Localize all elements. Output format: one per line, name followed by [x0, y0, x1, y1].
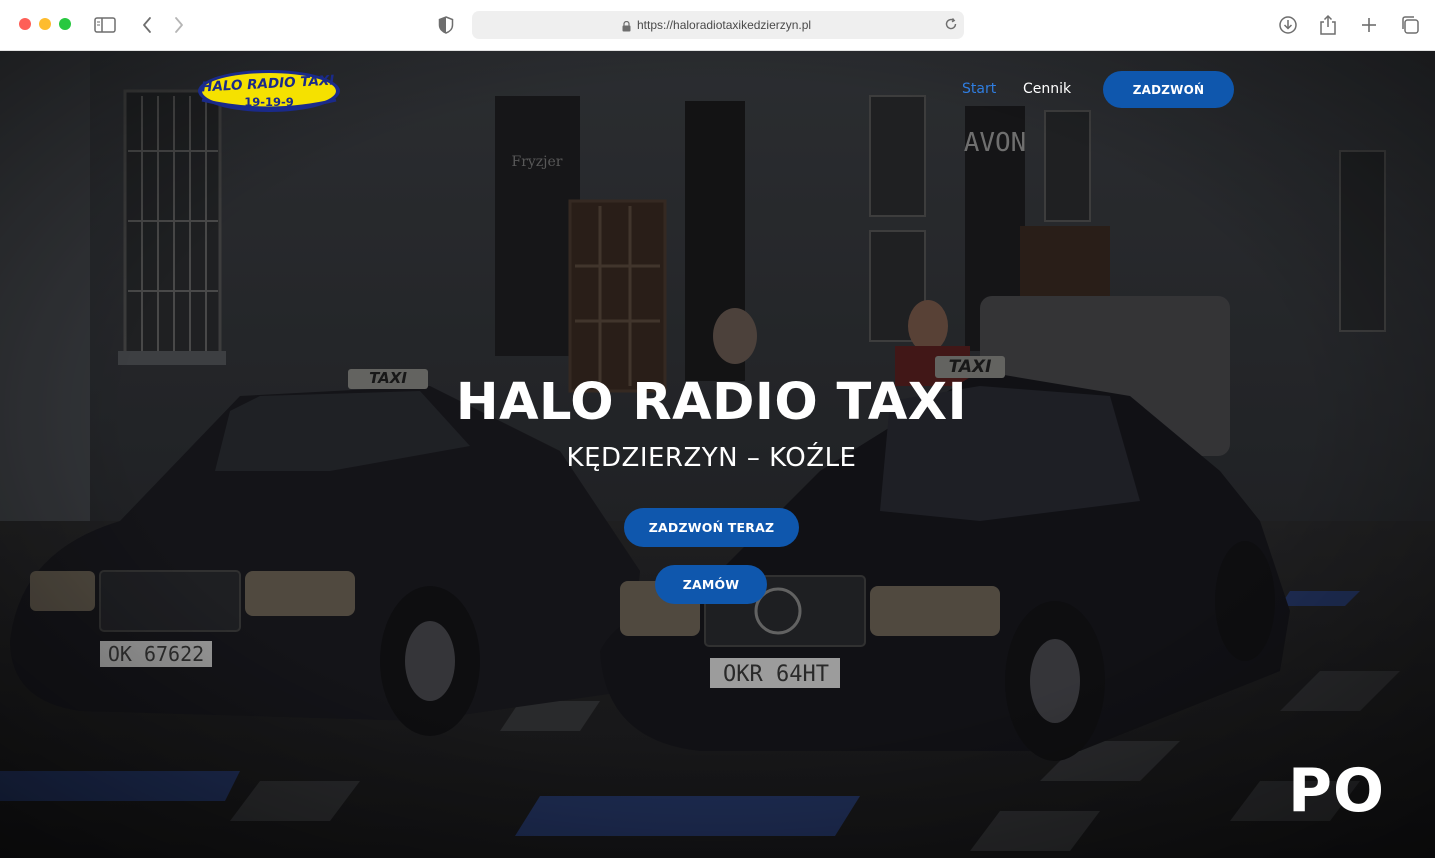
browser-toolbar: https://haloradiotaxikedzierzyn.pl [0, 0, 1435, 51]
close-window-button[interactable] [19, 18, 31, 30]
download-icon[interactable] [1276, 13, 1300, 37]
lock-icon [622, 19, 631, 37]
nav-item-cennik[interactable]: Cennik [1023, 81, 1071, 97]
share-icon[interactable] [1316, 13, 1340, 37]
hero-subtitle: KĘDZIERZYN – KOŹLE [566, 443, 857, 473]
shield-icon[interactable] [434, 13, 458, 37]
tabs-icon[interactable] [1398, 13, 1422, 37]
zoom-window-button[interactable] [59, 18, 71, 30]
hero-section: TAXI TAXI AVON Fryzjer OK 67622 OKR 64HT… [0, 51, 1435, 858]
sidebar-icon[interactable] [93, 13, 117, 37]
forward-icon[interactable] [167, 13, 191, 37]
reload-icon[interactable] [944, 17, 958, 36]
minimize-window-button[interactable] [39, 18, 51, 30]
logo-phone: 19-19-9 [244, 95, 294, 109]
new-tab-icon[interactable] [1357, 13, 1381, 37]
hero-title: HALO RADIO TAXI [455, 373, 968, 432]
logo[interactable]: HALO RADIO TAXI 19-19-9 [196, 68, 342, 114]
nav-item-start[interactable]: Start [962, 81, 996, 97]
call-now-button[interactable]: ZADZWOŃ TERAZ [624, 508, 799, 547]
call-button[interactable]: ZADZWOŃ [1103, 71, 1234, 108]
corner-badge: PO [1288, 756, 1385, 826]
address-bar[interactable]: https://haloradiotaxikedzierzyn.pl [472, 11, 964, 39]
url-text: https://haloradiotaxikedzierzyn.pl [637, 18, 812, 32]
back-icon[interactable] [135, 13, 159, 37]
order-button[interactable]: ZAMÓW [655, 565, 767, 604]
